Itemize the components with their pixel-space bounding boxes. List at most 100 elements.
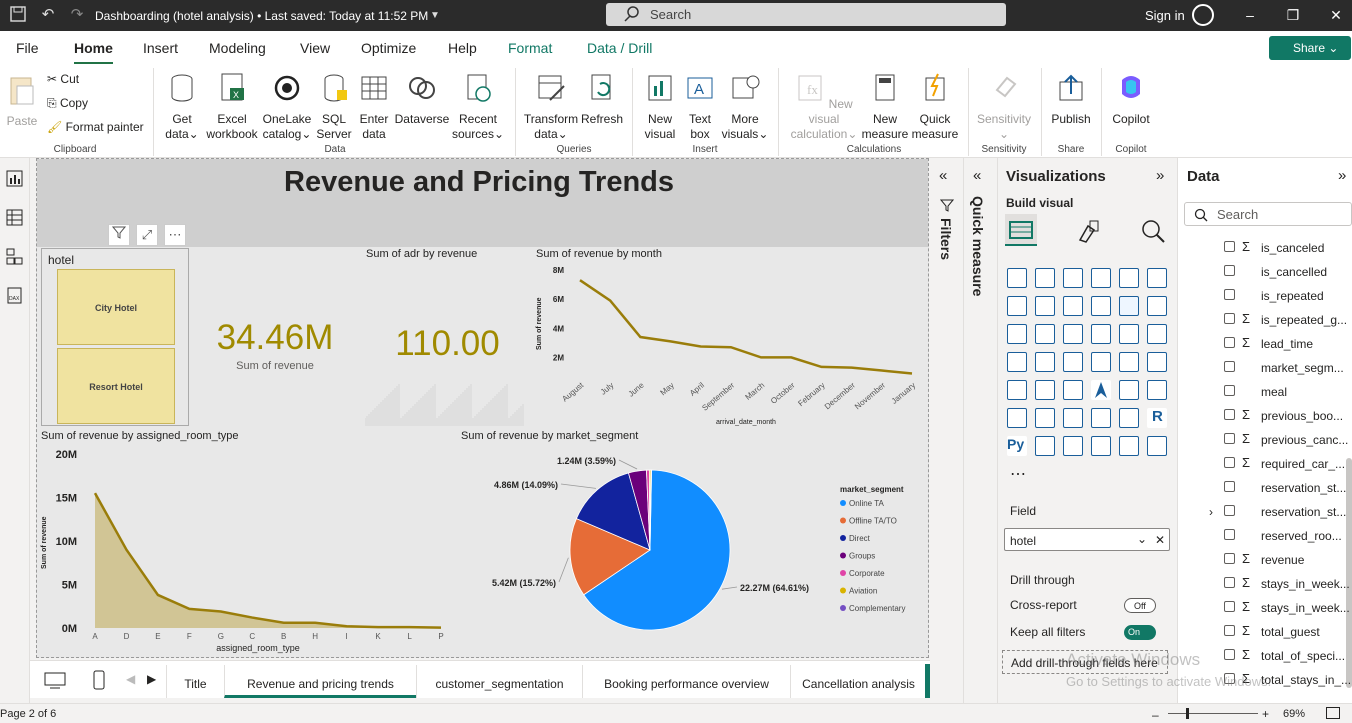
pie-legend-item[interactable]: Offline TA/TO [849,517,897,526]
desktop-layout-icon[interactable] [44,672,66,690]
field-list-item[interactable]: Σtotal_guest [1224,620,1352,644]
field-checkbox[interactable] [1224,265,1235,276]
visual-type-icon[interactable] [1007,408,1027,428]
visual-type-icon[interactable] [1035,324,1055,344]
slicer-tile-resort-hotel[interactable]: Resort Hotel [57,348,175,424]
field-list-item[interactable]: Σlead_time [1224,332,1352,356]
table-view-icon[interactable] [6,209,23,226]
field-list-item[interactable]: Σis_canceled [1224,236,1352,260]
visual-type-icon[interactable] [1119,436,1139,456]
field-checkbox[interactable] [1224,481,1235,492]
filters-pane-collapsed[interactable]: « Filters [930,158,964,703]
pie-legend-item[interactable]: Corporate [849,569,885,578]
visual-type-icon[interactable] [1007,324,1027,344]
new-visual-button[interactable]: New visual [640,72,680,142]
visual-type-icon[interactable] [1147,352,1167,372]
pie-legend-item[interactable]: Online TA [849,499,884,508]
field-list-item[interactable]: Σprevious_canc... [1224,428,1352,452]
hotel-slicer[interactable]: hotel City Hotel Resort Hotel [41,248,189,426]
visual-type-icon[interactable]: Py [1007,436,1027,456]
revenue-by-room-type-area-chart[interactable]: 0M 5M 10M 15M 20M Sum of revenue A D E F G C B H I K L Pa… [37,444,457,656]
quick-measure-button[interactable]: Quick measure [910,72,960,142]
field-list-item[interactable]: Σis_repeated_g... [1224,308,1352,332]
report-view-icon[interactable] [6,170,23,187]
field-list-item[interactable]: meal [1224,380,1352,404]
collapse-data-pane-icon[interactable]: » [1338,167,1346,184]
field-checkbox[interactable] [1224,433,1235,444]
revenue-by-month-line-chart[interactable]: 2M 4M 6M 8M Sum of revenue August July June May A… [530,262,922,430]
visual-type-icon[interactable] [1063,352,1083,372]
publish-button[interactable]: Publish [1046,72,1096,127]
share-button[interactable]: Share ⌄ [1269,36,1351,60]
visual-type-icon[interactable] [1091,268,1111,288]
visual-type-icon[interactable] [1119,380,1139,400]
user-avatar-icon[interactable] [1192,4,1214,26]
visual-type-icon[interactable] [1063,380,1083,400]
visual-type-icon[interactable] [1063,296,1083,316]
field-checkbox[interactable] [1224,337,1235,348]
build-visual-tab[interactable] [1005,214,1037,246]
text-box-button[interactable]: A Text box [682,72,718,142]
field-checkbox[interactable] [1224,241,1235,252]
field-checkbox[interactable] [1224,553,1235,564]
tab-insert[interactable]: Insert [143,40,178,56]
visual-type-icon[interactable] [1119,296,1139,316]
field-list-item[interactable]: is_repeated [1224,284,1352,308]
more-visuals-ellipsis[interactable]: ⋯ [1010,464,1026,484]
copilot-button[interactable]: Copilot [1106,72,1156,127]
focus-mode-icon[interactable]: ⤢ [136,224,158,246]
visual-type-icon[interactable] [1091,324,1111,344]
zoom-in-icon[interactable]: + [1262,707,1269,721]
field-checkbox[interactable] [1224,577,1235,588]
visual-type-icon[interactable] [1063,408,1083,428]
visual-type-icon[interactable] [1119,408,1139,428]
visual-type-icon[interactable] [1063,324,1083,344]
visual-type-icon[interactable]: R [1147,408,1167,428]
recent-sources-button[interactable]: Recent sources⌄ [451,72,505,142]
visual-type-icon[interactable] [1119,324,1139,344]
page-tab-revenue-and-pricing-trends[interactable]: Revenue and pricing trends [224,665,416,698]
data-search-input[interactable]: Search [1184,202,1352,226]
visual-type-icon[interactable] [1035,436,1055,456]
undo-icon[interactable]: ↶ [39,6,57,24]
get-data-button[interactable]: Get data⌄ [160,72,204,142]
excel-workbook-button[interactable]: X Excel workbook [204,72,260,142]
tab-data-drill[interactable]: Data / Drill [587,40,652,56]
field-checkbox[interactable] [1224,289,1235,300]
dax-query-view-icon[interactable]: DAX [6,287,23,304]
expand-table-chevron-icon[interactable]: › [1209,505,1213,519]
expand-filters-icon[interactable]: « [939,167,947,184]
visual-type-icon[interactable] [1007,296,1027,316]
pie-legend-item[interactable]: Groups [849,552,875,561]
field-list-item[interactable]: market_segm... [1224,356,1352,380]
restore-icon[interactable]: ❐ [1283,5,1303,25]
analytics-icon[interactable] [1140,218,1166,244]
pie-legend-item[interactable]: Aviation [849,587,877,596]
cross-report-toggle[interactable]: Off [1124,598,1156,613]
visual-type-icon[interactable] [1147,296,1167,316]
quick-measure-pane-collapsed[interactable]: « Quick measure [964,158,998,703]
mobile-layout-icon[interactable] [93,670,105,690]
visual-type-icon[interactable] [1007,268,1027,288]
field-checkbox[interactable] [1224,529,1235,540]
field-checkbox[interactable] [1224,505,1235,516]
tab-help[interactable]: Help [448,40,477,56]
visual-type-icon[interactable] [1091,296,1111,316]
tab-format[interactable]: Format [508,40,552,56]
visual-type-icon[interactable] [1091,408,1111,428]
visual-type-icon[interactable] [1035,296,1055,316]
page-tab-title[interactable]: Title [166,665,224,698]
collapse-visualizations-icon[interactable]: » [1156,167,1164,184]
field-list-item[interactable]: reservation_st... [1224,500,1352,524]
zoom-slider[interactable] [1168,713,1258,714]
visual-type-icon[interactable] [1119,268,1139,288]
revenue-by-market-segment-pie-chart[interactable]: 22.27M (64.61%) 5.42M (15.72%) 4.86M (14.0… [460,444,925,656]
format-visual-icon[interactable] [1076,218,1102,244]
fit-to-page-icon[interactable] [1326,707,1340,719]
visual-type-icon[interactable] [1063,436,1083,456]
field-well-hotel[interactable]: hotel ⌄ ✕ [1004,528,1170,551]
sql-server-button[interactable]: SQL Server [314,72,354,142]
field-checkbox[interactable] [1224,601,1235,612]
sign-in-link[interactable]: Sign in [1145,8,1185,23]
field-checkbox[interactable] [1224,409,1235,420]
